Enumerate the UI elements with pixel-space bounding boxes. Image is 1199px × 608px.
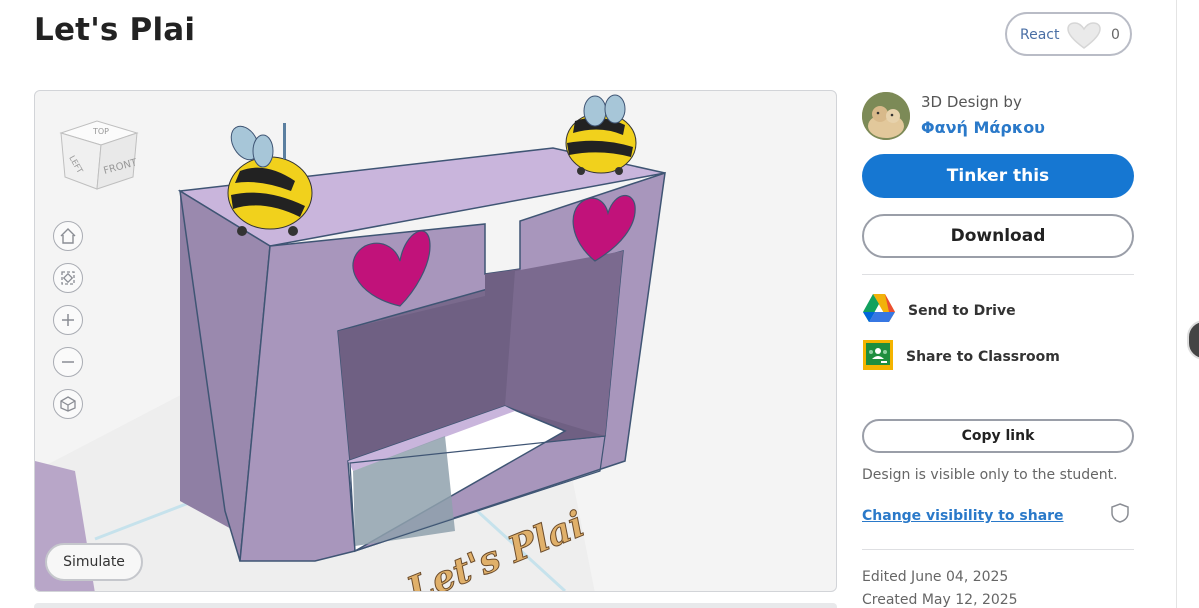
share-to-classroom-label: Share to Classroom bbox=[906, 349, 1060, 365]
divider bbox=[862, 274, 1134, 275]
download-button[interactable]: Download bbox=[862, 214, 1134, 258]
author-name-link[interactable]: Φανή Μάρκου bbox=[921, 118, 1045, 137]
heart-icon bbox=[1067, 22, 1101, 54]
copy-link-button[interactable]: Copy link bbox=[862, 419, 1134, 453]
send-to-drive-label: Send to Drive bbox=[908, 303, 1016, 319]
google-classroom-icon bbox=[862, 339, 894, 375]
react-label: React bbox=[1020, 27, 1060, 43]
simulate-button[interactable]: Simulate bbox=[45, 543, 143, 581]
share-to-classroom-button[interactable]: Share to Classroom bbox=[862, 339, 1060, 375]
shield-icon bbox=[1110, 502, 1130, 528]
view-cube[interactable]: TOP LEFT FRONT bbox=[57, 119, 147, 209]
viewcube-top: TOP bbox=[92, 127, 109, 136]
change-visibility-link[interactable]: Change visibility to share bbox=[862, 508, 1064, 524]
viewer-tray-edge bbox=[34, 603, 837, 608]
page-title: Let's Plai bbox=[34, 12, 196, 48]
created-date: Created May 12, 2025 bbox=[862, 592, 1018, 608]
perspective-icon[interactable] bbox=[53, 389, 83, 419]
zoom-in-icon[interactable] bbox=[53, 305, 83, 335]
model-scene: Let's Plai bbox=[35, 94, 666, 591]
zoom-out-icon[interactable] bbox=[53, 347, 83, 377]
design-by-label: 3D Design by bbox=[921, 93, 1022, 111]
visibility-note: Design is visible only to the student. bbox=[862, 467, 1118, 483]
react-count: 0 bbox=[1111, 27, 1120, 43]
fit-view-icon[interactable] bbox=[53, 263, 83, 293]
send-to-drive-button[interactable]: Send to Drive bbox=[862, 293, 1016, 329]
home-icon[interactable] bbox=[53, 221, 83, 251]
3d-viewer[interactable]: Let's Plai TOP LEFT FRONT Simulate bbox=[34, 90, 837, 592]
tinker-this-button[interactable]: Tinker this bbox=[862, 154, 1134, 198]
google-drive-icon bbox=[862, 293, 896, 329]
edited-date: Edited June 04, 2025 bbox=[862, 569, 1009, 585]
divider bbox=[862, 549, 1134, 550]
bee-right bbox=[565, 94, 637, 175]
page-scrollbar[interactable] bbox=[1176, 0, 1199, 608]
react-button[interactable]: React 0 bbox=[1005, 12, 1132, 56]
avatar[interactable] bbox=[862, 92, 910, 140]
